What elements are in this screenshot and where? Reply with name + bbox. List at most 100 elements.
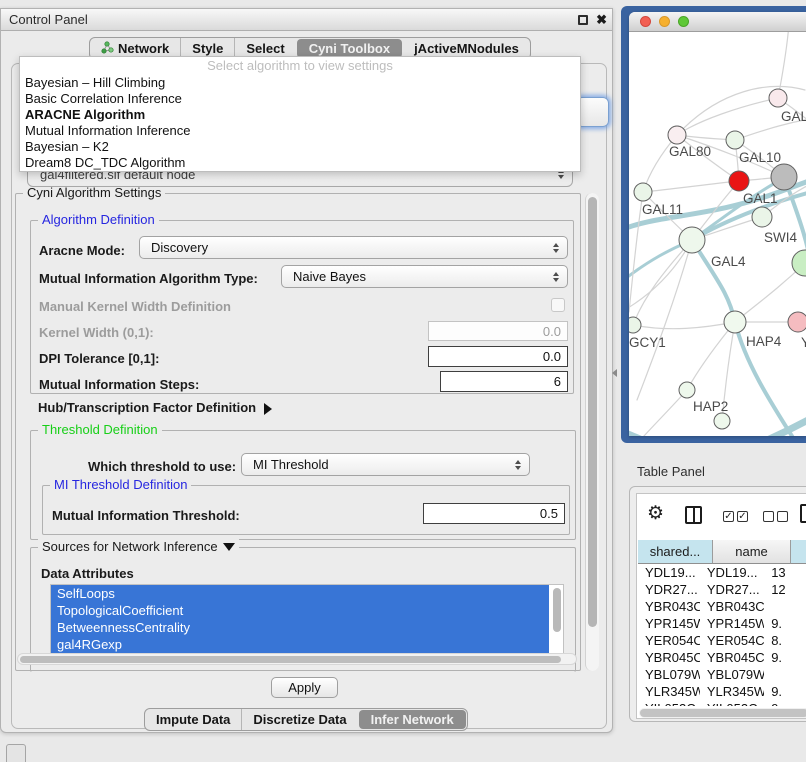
- table-cell: YBL079W: [638, 666, 700, 683]
- mi-threshold-group: MI Threshold Definition Mutual Informati…: [42, 485, 570, 535]
- network-window-titlebar[interactable]: [629, 12, 806, 32]
- data-attribute-item[interactable]: gal4RGexp: [51, 636, 549, 653]
- tab-discretize-data[interactable]: Discretize Data: [241, 709, 357, 730]
- which-threshold-value: MI Threshold: [253, 457, 329, 472]
- table-row[interactable]: YDL19...YDL19...13: [638, 564, 806, 581]
- network-node-hap2[interactable]: [679, 382, 695, 398]
- network-node-gal1[interactable]: [729, 171, 749, 191]
- settings-vertical-scrollbar[interactable]: [585, 193, 599, 671]
- data-attribute-item[interactable]: BetweennessCentrality: [51, 619, 549, 636]
- data-attributes-list[interactable]: SelfLoopsTopologicalCoefficientBetweenne…: [50, 584, 564, 656]
- split-view-icon[interactable]: [685, 506, 702, 524]
- attr-items: SelfLoopsTopologicalCoefficientBetweenne…: [51, 585, 563, 653]
- vscroll-thumb[interactable]: [588, 197, 597, 627]
- screen: { "control_panel": { "title": "Control P…: [0, 0, 806, 762]
- network-canvas[interactable]: GALGAL80GAL10GAL1GAL11SWI4GAL4GCY1HAP4YH…: [629, 32, 806, 436]
- mi-steps-label: Mutual Information Steps:: [39, 377, 199, 392]
- data-attribute-item[interactable]: TopologicalCoefficient: [51, 602, 549, 619]
- network-node-gal10[interactable]: [726, 131, 744, 149]
- edge[interactable]: [633, 390, 687, 436]
- deselect-check-icon[interactable]: [763, 511, 774, 522]
- table-column-header[interactable]: A: [791, 540, 806, 564]
- table-row[interactable]: YPR145WYPR145W9.: [638, 615, 806, 632]
- network-node-hap4[interactable]: [724, 311, 746, 333]
- network-node[interactable]: [771, 164, 797, 190]
- dpi-tolerance-field[interactable]: 0.0: [428, 346, 568, 367]
- hub-definition-expander[interactable]: Hub/Transcription Factor Definition: [38, 400, 272, 415]
- edge[interactable]: [643, 181, 739, 192]
- network-node-gal[interactable]: [769, 89, 787, 107]
- network-node-gcy1[interactable]: [629, 317, 641, 333]
- split-divider-arrow-icon[interactable]: [612, 369, 617, 377]
- aracne-mode-combo[interactable]: Discovery: [139, 236, 568, 259]
- mi-threshold-field[interactable]: 0.5: [423, 503, 565, 524]
- table-column-header[interactable]: shared...: [638, 540, 713, 564]
- page-icon[interactable]: [800, 504, 806, 523]
- sources-group-title[interactable]: Sources for Network Inference: [38, 539, 239, 554]
- float-window-icon[interactable]: [578, 15, 588, 25]
- algorithm-option[interactable]: Bayesian – K2: [20, 139, 580, 155]
- mi-type-value: Naive Bayes: [293, 269, 366, 284]
- table-column-header[interactable]: name: [713, 540, 791, 564]
- tab-label: Impute Data: [156, 712, 230, 727]
- kernel-width-field[interactable]: 0.0: [428, 321, 568, 341]
- close-icon[interactable]: ✖: [596, 12, 607, 28]
- select-all-check-icon[interactable]: ✓: [723, 511, 734, 522]
- table-row[interactable]: YIL052CYIL052C9: [638, 700, 806, 706]
- network-node-gal80[interactable]: [668, 126, 686, 144]
- table-row[interactable]: YER054CYER054C8.: [638, 632, 806, 649]
- network-node[interactable]: [714, 413, 730, 429]
- select-all-check-icon[interactable]: ✓: [737, 511, 748, 522]
- edge[interactable]: [677, 98, 778, 135]
- zoom-traffic-light-icon[interactable]: [678, 16, 689, 27]
- edge[interactable]: [687, 322, 735, 390]
- manual-kernel-checkbox[interactable]: [551, 298, 565, 312]
- algorithm-option[interactable]: Basic Correlation Inference: [20, 91, 580, 107]
- network-node-swi4[interactable]: [752, 207, 772, 227]
- list-scrollbar[interactable]: [553, 588, 561, 632]
- table-hscroll-thumb[interactable]: [640, 709, 806, 717]
- table-horizontal-scrollbar[interactable]: [639, 708, 806, 718]
- table-row[interactable]: YBR043CYBR043C: [638, 598, 806, 615]
- algorithm-option[interactable]: Mutual Information Inference: [20, 123, 580, 139]
- table-row[interactable]: YBR045CYBR045C9.: [638, 649, 806, 666]
- mi-type-combo[interactable]: Naive Bayes: [281, 265, 568, 288]
- edge[interactable]: [629, 192, 643, 312]
- network-node-gal4[interactable]: [679, 227, 705, 253]
- algorithm-option[interactable]: ARACNE Algorithm: [20, 107, 580, 123]
- minimize-traffic-light-icon[interactable]: [659, 16, 670, 27]
- algorithm-option[interactable]: Bayesian – Hill Climbing: [20, 75, 580, 91]
- deselect-check-icon[interactable]: [777, 511, 788, 522]
- kernel-width-value: 0.0: [543, 324, 561, 339]
- table-cell: YBR045C: [700, 649, 764, 666]
- table-row[interactable]: YBL079WYBL079W: [638, 666, 806, 683]
- which-threshold-combo[interactable]: MI Threshold: [241, 453, 530, 476]
- network-graph: GALGAL80GAL10GAL1GAL11SWI4GAL4GCY1HAP4YH…: [629, 32, 806, 436]
- edge-bundle[interactable]: [739, 414, 806, 436]
- network-node-y[interactable]: [788, 312, 806, 332]
- edge[interactable]: [778, 32, 789, 98]
- hscroll-thumb[interactable]: [20, 656, 561, 663]
- data-attribute-item[interactable]: SelfLoops: [51, 585, 549, 602]
- collapsed-panel-stub[interactable]: [6, 744, 26, 762]
- tab-infer-network[interactable]: Infer Network: [359, 710, 466, 729]
- table-cell: 8.: [764, 632, 806, 649]
- settings-horizontal-scrollbar[interactable]: [17, 653, 577, 665]
- close-traffic-light-icon[interactable]: [640, 16, 651, 27]
- network-node[interactable]: [792, 250, 806, 276]
- table-row[interactable]: YDR27...YDR27...12: [638, 581, 806, 598]
- algorithm-option[interactable]: Dream8 DC_TDC Algorithm: [20, 155, 580, 171]
- control-panel-title: Control Panel: [1, 12, 88, 27]
- tab-impute-data[interactable]: Impute Data: [145, 709, 241, 730]
- edge[interactable]: [633, 322, 735, 329]
- table-cell: YDL19...: [638, 564, 700, 581]
- apply-button[interactable]: Apply: [271, 677, 338, 698]
- gear-icon[interactable]: ⚙: [647, 502, 664, 525]
- mi-steps-field[interactable]: 6: [440, 371, 568, 392]
- algorithm-popup-placeholder: Select algorithm to view settings: [20, 57, 580, 75]
- edge-bundle[interactable]: [629, 430, 699, 436]
- table-row[interactable]: YLR345WYLR345W9.: [638, 683, 806, 700]
- cyni-algorithm-settings-group: Cyni Algorithm Settings Algorithm Defini…: [15, 193, 581, 671]
- network-node-gal11[interactable]: [634, 183, 652, 201]
- algorithm-definition-group: Algorithm Definition Aracne Mode: Discov…: [30, 220, 574, 394]
